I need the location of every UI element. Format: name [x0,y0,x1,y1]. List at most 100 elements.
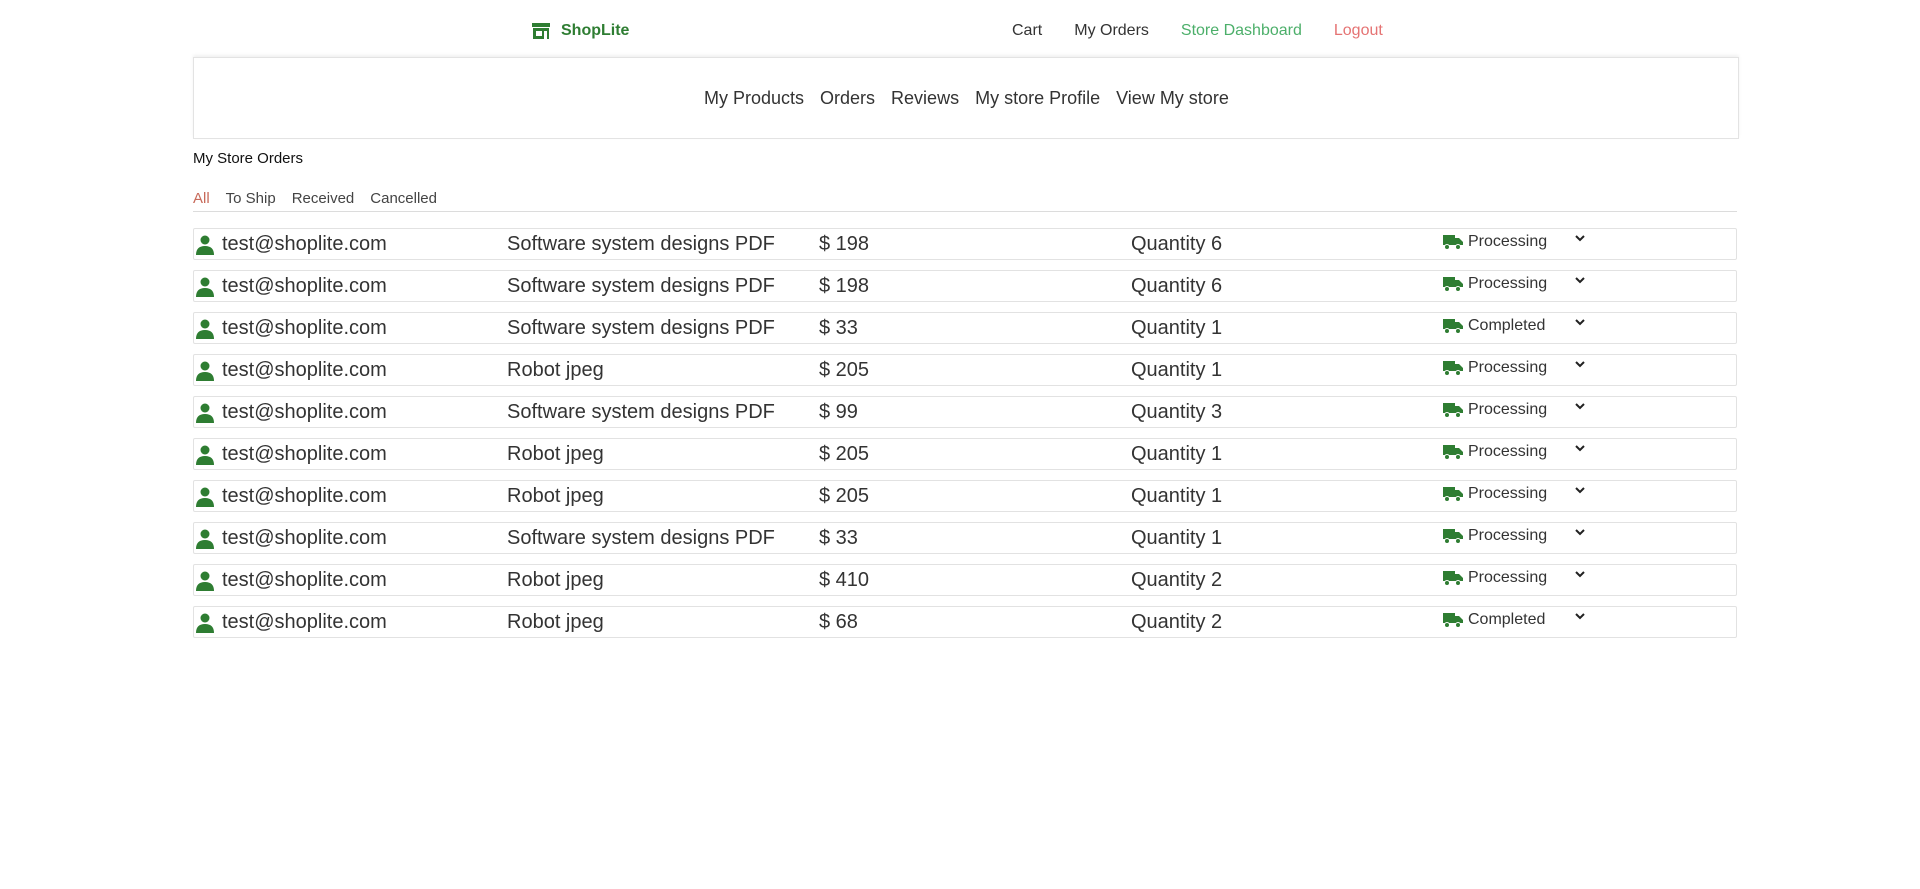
order-status: Processing [1443,275,1547,293]
truck-icon [1443,445,1463,460]
order-price: $ 33 [819,317,858,339]
order-quantity: Quantity 6 [1131,275,1223,297]
status-label: Processing [1468,485,1548,502]
page-title: My Store Orders [193,150,304,167]
order-status: Processing [1443,401,1547,419]
customer-email: test@shoplite.com [222,611,387,633]
truck-icon [1443,235,1463,250]
order-filter-tabs: All To Ship Received Cancelled [193,190,453,207]
order-price: $ 198 [819,275,870,297]
store-subnav-panel: My Products Orders Reviews My store Prof… [193,57,1739,139]
order-row: test@shoplite.com Robot jpeg $ 205 Quant… [193,354,1737,386]
customer-email: test@shoplite.com [222,401,387,423]
product-name: Software system designs PDF [507,275,775,297]
truck-icon [1443,361,1463,376]
order-quantity: Quantity 1 [1131,317,1223,339]
customer-cell: test@shoplite.com [196,401,387,424]
truck-icon [1443,487,1463,502]
customer-cell: test@shoplite.com [196,527,387,550]
chevron-down-icon[interactable] [1574,525,1586,541]
filter-cancelled[interactable]: Cancelled [370,190,437,207]
user-icon [196,319,214,339]
order-status: Processing [1443,359,1547,377]
order-status: Processing [1443,485,1547,503]
brand-link[interactable]: ShopLite [531,22,629,40]
filter-all[interactable]: All [193,190,210,207]
order-status: Processing [1443,527,1547,545]
product-name: Robot jpeg [507,611,604,633]
customer-email: test@shoplite.com [222,485,387,507]
truck-icon [1443,319,1463,334]
chevron-down-icon[interactable] [1574,567,1586,583]
customer-email: test@shoplite.com [222,569,387,591]
user-icon [196,235,214,255]
chevron-down-icon[interactable] [1574,441,1586,457]
order-row: test@shoplite.com Software system design… [193,228,1737,260]
user-icon [196,487,214,507]
truck-icon [1443,571,1463,586]
customer-email: test@shoplite.com [222,443,387,465]
subnav-orders[interactable]: Orders [820,88,875,109]
orders-list: test@shoplite.com Software system design… [193,228,1737,648]
order-row: test@shoplite.com Software system design… [193,312,1737,344]
customer-email: test@shoplite.com [222,359,387,381]
truck-icon [1443,613,1463,628]
order-price: $ 99 [819,401,858,423]
chevron-down-icon[interactable] [1574,273,1586,289]
chevron-down-icon[interactable] [1574,399,1586,415]
brand-name: ShopLite [561,22,630,39]
chevron-down-icon[interactable] [1574,231,1586,247]
order-quantity: Quantity 6 [1131,233,1223,255]
order-price: $ 410 [819,569,870,591]
customer-email: test@shoplite.com [222,275,387,297]
order-status: Processing [1443,443,1547,461]
subnav-view-store[interactable]: View My store [1116,88,1229,109]
order-row: test@shoplite.com Robot jpeg $ 205 Quant… [193,438,1737,470]
order-quantity: Quantity 1 [1131,527,1223,549]
logout-link[interactable]: Logout [1334,22,1383,40]
product-name: Software system designs PDF [507,233,775,255]
chevron-down-icon[interactable] [1574,483,1586,499]
customer-email: test@shoplite.com [222,233,387,255]
order-quantity: Quantity 2 [1131,569,1223,591]
order-price: $ 68 [819,611,858,633]
customer-email: test@shoplite.com [222,527,387,549]
chevron-down-icon[interactable] [1574,315,1586,331]
truck-icon [1443,529,1463,544]
store-icon [532,23,550,39]
order-row: test@shoplite.com Software system design… [193,396,1737,428]
order-status: Completed [1443,317,1545,335]
order-status: Completed [1443,611,1545,629]
my-orders-link[interactable]: My Orders [1074,22,1149,40]
user-icon [196,571,214,591]
store-dashboard-link[interactable]: Store Dashboard [1181,22,1302,40]
customer-cell: test@shoplite.com [196,317,387,340]
cart-link[interactable]: Cart [1012,22,1042,40]
customer-cell: test@shoplite.com [196,611,387,634]
order-row: test@shoplite.com Software system design… [193,270,1737,302]
order-row: test@shoplite.com Robot jpeg $ 205 Quant… [193,480,1737,512]
product-name: Software system designs PDF [507,317,775,339]
order-status: Processing [1443,233,1547,251]
product-name: Software system designs PDF [507,401,775,423]
user-icon [196,529,214,549]
filter-received[interactable]: Received [292,190,355,207]
store-subnav: My Products Orders Reviews My store Prof… [704,88,1245,109]
order-price: $ 205 [819,359,870,381]
subnav-store-profile[interactable]: My store Profile [975,88,1100,109]
order-price: $ 33 [819,527,858,549]
customer-cell: test@shoplite.com [196,443,387,466]
customer-cell: test@shoplite.com [196,275,387,298]
order-row: test@shoplite.com Robot jpeg $ 68 Quanti… [193,606,1737,638]
chevron-down-icon[interactable] [1574,609,1586,625]
order-status: Processing [1443,569,1547,587]
subnav-my-products[interactable]: My Products [704,88,804,109]
filter-to-ship[interactable]: To Ship [226,190,276,207]
order-price: $ 205 [819,485,870,507]
truck-icon [1443,277,1463,292]
user-icon [196,613,214,633]
customer-cell: test@shoplite.com [196,359,387,382]
subnav-reviews[interactable]: Reviews [891,88,959,109]
user-icon [196,403,214,423]
chevron-down-icon[interactable] [1574,357,1586,373]
